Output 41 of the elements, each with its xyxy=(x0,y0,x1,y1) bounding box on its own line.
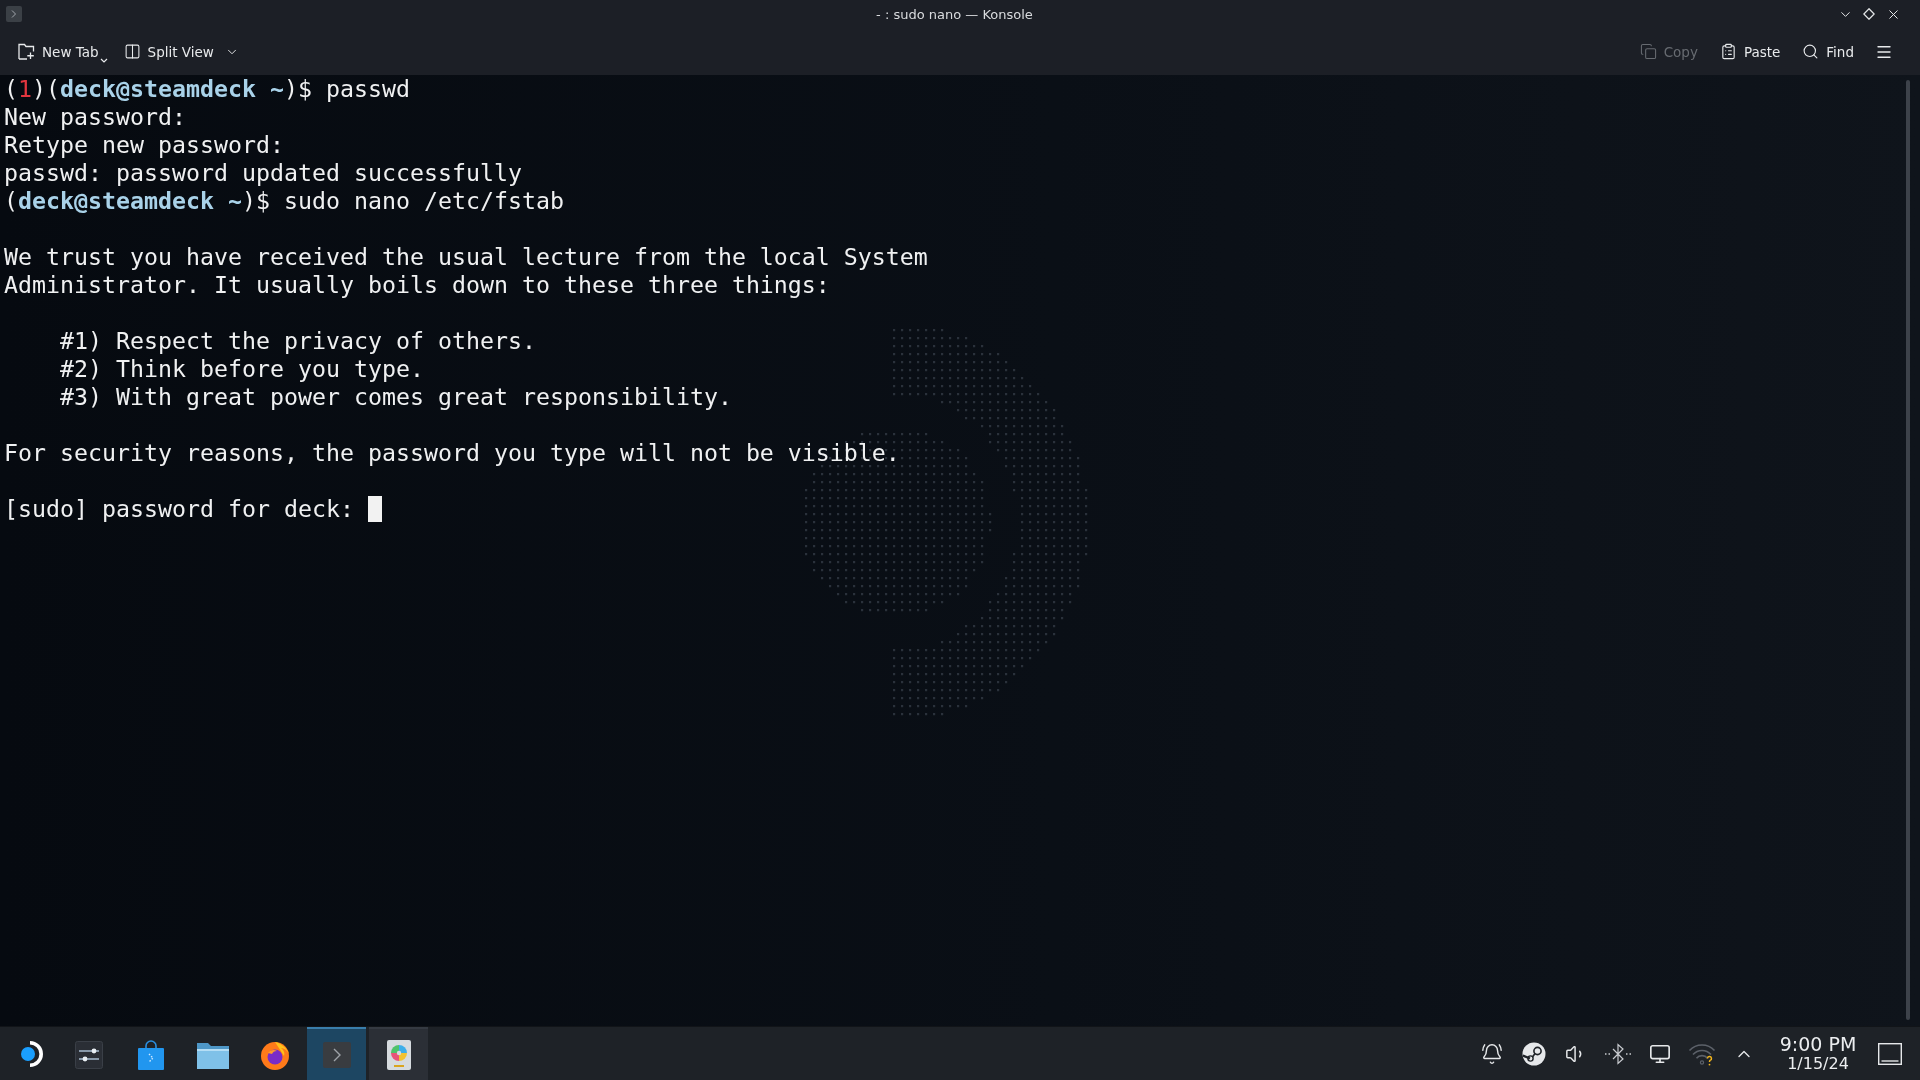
window-title: - : sudo nano — Konsole xyxy=(876,6,1033,22)
terminal-line: #2) Think before you type. xyxy=(60,355,424,383)
terminal-icon xyxy=(322,1041,351,1068)
terminal-line: For security reasons, the password you type will not be visible. xyxy=(4,439,900,467)
terminal-line: passwd: password updated successfully xyxy=(4,159,522,187)
split-view-icon xyxy=(123,43,141,60)
toolbar-button[interactable]: Split View xyxy=(119,39,243,64)
terminal-line: (deck@steamdeck ~)$ sudo nano /etc/fstab xyxy=(4,187,564,215)
terminal-line: New password: xyxy=(4,103,186,131)
monitor-icon xyxy=(1649,1042,1671,1065)
copy-icon xyxy=(1639,43,1657,60)
steam-icon xyxy=(1522,1041,1546,1066)
flame-globe-icon xyxy=(259,1039,290,1070)
wifi-icon xyxy=(1688,1041,1716,1066)
bluetooth-icon xyxy=(1604,1042,1632,1065)
clock-time: 9:00 PM xyxy=(1779,1034,1857,1055)
toolbar-button[interactable]: Paste xyxy=(1715,39,1785,64)
scrollbar[interactable] xyxy=(1906,80,1910,1020)
square-icon xyxy=(1878,1042,1902,1065)
terminal-line: (1)(deck@steamdeck ~)$ passwd xyxy=(4,75,410,103)
sliders-icon xyxy=(74,1040,103,1069)
folder-icon xyxy=(196,1040,229,1069)
terminal-line: #3) With great power comes great responsibility. xyxy=(60,383,732,411)
taskbar-button[interactable] xyxy=(369,1027,428,1080)
paste-icon xyxy=(1719,43,1737,60)
new-tab-icon xyxy=(18,43,35,60)
bell-icon xyxy=(1481,1042,1503,1065)
diamond-icon xyxy=(1863,8,1875,20)
clock-date: 1/15/24 xyxy=(1787,1055,1849,1073)
clock[interactable]: 9:00 PM 1/15/24 xyxy=(1770,1027,1866,1080)
search-icon xyxy=(1802,43,1820,60)
terminal-line: Retype new password: xyxy=(4,131,284,159)
password-prompt: [sudo] password for deck: xyxy=(4,495,354,523)
terminal-line: Administrator. It usually boils down to these three things: xyxy=(4,271,830,299)
shopping-bag-icon xyxy=(137,1039,164,1070)
toolbar-button[interactable]: Find xyxy=(1798,39,1858,64)
terminal-line: #1) Respect the privacy of others. xyxy=(60,327,536,355)
terminal-icon xyxy=(6,6,22,22)
caret-icon xyxy=(99,58,108,63)
toolbar-button[interactable]: New Tab xyxy=(14,36,112,67)
terminal-line: We trust you have received the usual lecture from the local System xyxy=(4,243,928,271)
